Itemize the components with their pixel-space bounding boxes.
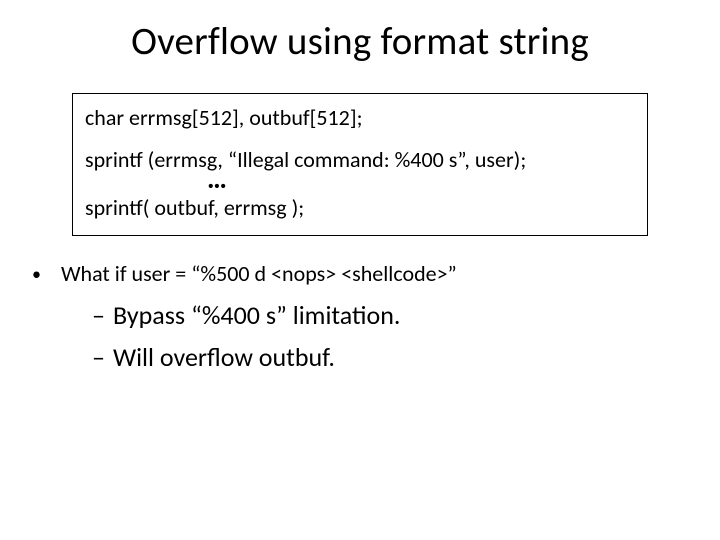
code-sprintf-2: sprintf( outbuf, errmsg ); bbox=[85, 194, 635, 222]
code-ellipsis: … bbox=[85, 171, 635, 188]
dash-icon: – bbox=[92, 340, 105, 374]
dash-icon: – bbox=[92, 298, 105, 332]
bullet-question: What if user = “%500 d <nops> <shellcode… bbox=[61, 260, 457, 288]
code-declaration: char errmsg[512], outbuf[512]; bbox=[85, 104, 635, 132]
body-content: • What if user = “%500 d <nops> <shellco… bbox=[62, 260, 658, 374]
bullet-item: • What if user = “%500 d <nops> <shellco… bbox=[62, 260, 658, 288]
bullet-icon: • bbox=[32, 260, 41, 288]
dash-text-1: Bypass “%400 s” limitation. bbox=[113, 298, 401, 332]
slide: Overflow using format string char errmsg… bbox=[0, 0, 720, 540]
code-box: char errmsg[512], outbuf[512]; sprintf (… bbox=[72, 93, 648, 236]
dash-item-1: – Bypass “%400 s” limitation. bbox=[92, 298, 658, 332]
slide-title: Overflow using format string bbox=[40, 18, 680, 65]
dash-text-2: Will overflow outbuf. bbox=[113, 340, 335, 374]
dash-item-2: – Will overflow outbuf. bbox=[92, 340, 658, 374]
code-sprintf-1: sprintf (errmsg, “Illegal command: %400 … bbox=[85, 146, 635, 174]
